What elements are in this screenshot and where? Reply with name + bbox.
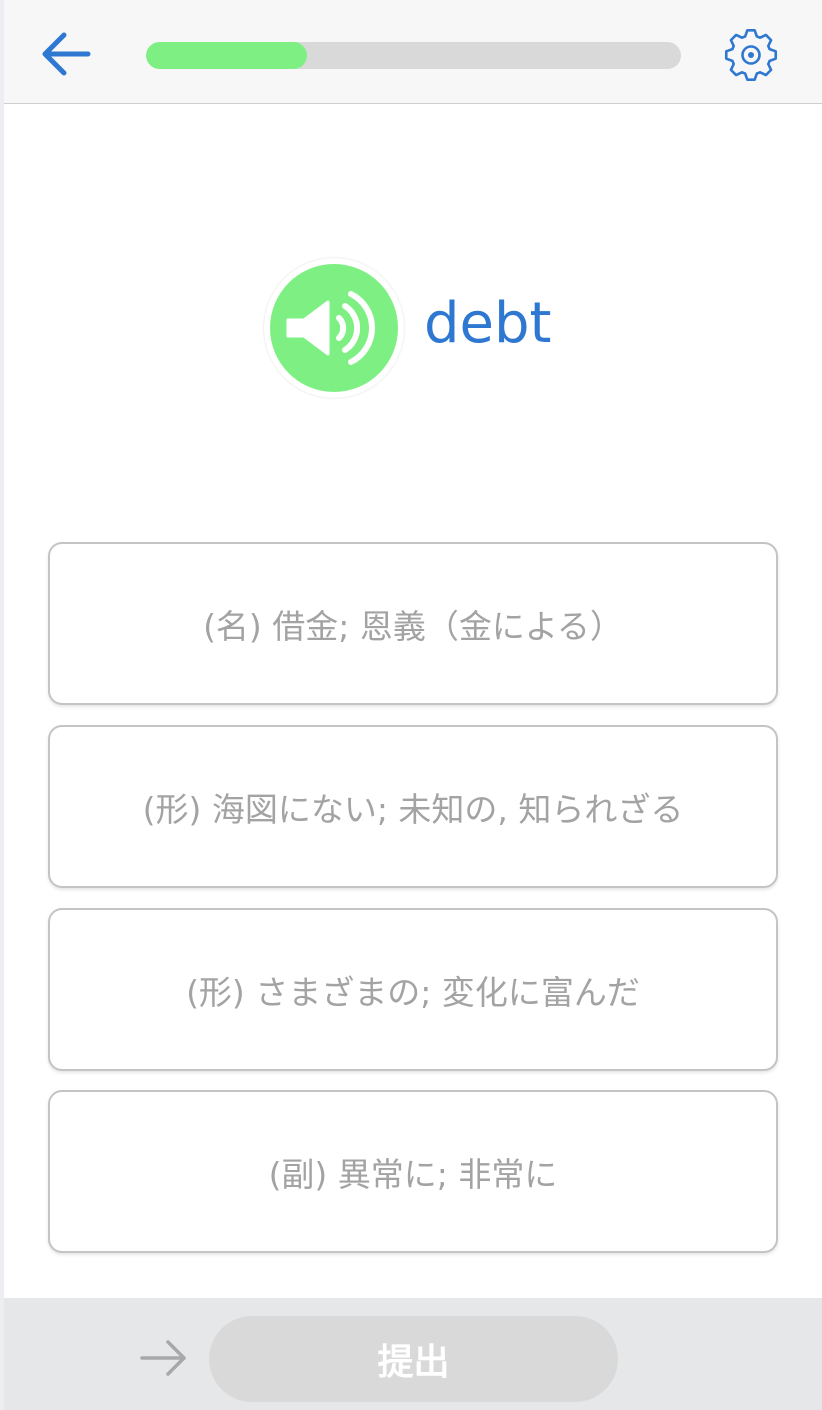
- vocab-word: debt: [424, 291, 552, 356]
- submit-button[interactable]: 提出: [209, 1316, 618, 1402]
- word-area: debt: [264, 258, 664, 398]
- audio-button-fill: [270, 264, 398, 392]
- submit-button-label: 提出: [377, 1342, 450, 1383]
- answer-option-3[interactable]: (形) さまざまの; 変化に富んだ: [48, 908, 778, 1071]
- progress-fill: [146, 42, 307, 69]
- arrow-right-icon: [140, 1340, 186, 1376]
- answer-option-1[interactable]: (名) 借金; 恩義（金による）: [48, 542, 778, 705]
- skip-button[interactable]: [136, 1334, 192, 1382]
- answer-option-label: (形) さまざまの; 変化に富んだ: [186, 972, 640, 1012]
- arrow-left-icon: [42, 32, 91, 76]
- answer-option-label: (副) 異常に; 非常に: [268, 1154, 558, 1194]
- footer-bar: 提出: [4, 1298, 822, 1410]
- answer-option-4[interactable]: (副) 異常に; 非常に: [48, 1090, 778, 1253]
- audio-button[interactable]: [264, 258, 404, 398]
- left-edge: [0, 0, 4, 1410]
- answer-option-2[interactable]: (形) 海図にない; 未知の, 知られざる: [48, 725, 778, 888]
- back-button[interactable]: [36, 26, 96, 82]
- answer-option-label: (名) 借金; 恩義（金による）: [203, 606, 623, 646]
- speaker-icon: [286, 291, 375, 365]
- answer-option-label: (形) 海図にない; 未知の, 知られざる: [142, 789, 684, 829]
- settings-button[interactable]: [720, 24, 782, 86]
- header-bar: [4, 0, 822, 104]
- progress-bar: [146, 42, 681, 69]
- gear-icon: [724, 28, 778, 82]
